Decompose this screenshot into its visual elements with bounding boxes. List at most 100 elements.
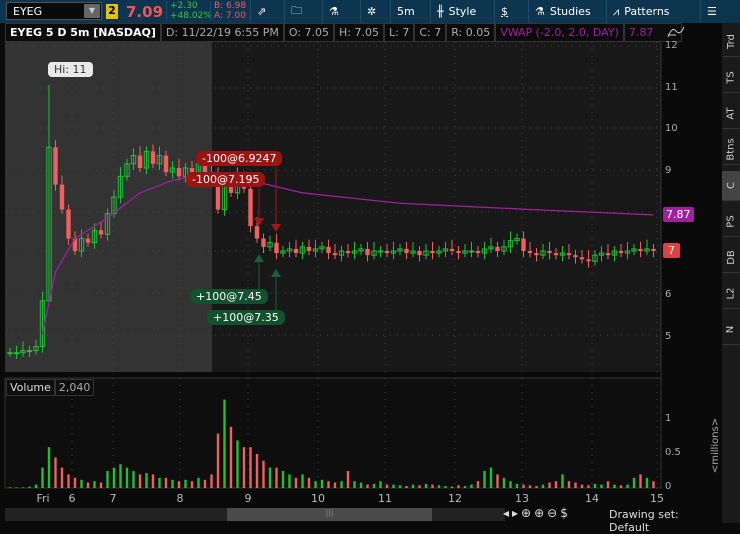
flask-button[interactable]: ⚗ — [322, 0, 360, 23]
volume-bar — [28, 486, 31, 488]
candle — [404, 248, 409, 254]
order-label-buy[interactable]: +100@7.45 — [190, 289, 268, 304]
volume-bar — [216, 433, 220, 488]
volume-label: Volume — [6, 379, 55, 396]
tab-at[interactable]: AT — [722, 99, 740, 129]
aggregation-button[interactable]: 5m — [390, 0, 430, 23]
style-label: Style — [448, 5, 477, 18]
volume-bar — [366, 484, 369, 488]
info-low: L: 7 — [383, 23, 415, 42]
volume-bar — [93, 481, 96, 488]
volume-bar — [593, 483, 597, 488]
volume-bar — [255, 454, 259, 488]
candle — [475, 251, 481, 254]
candle — [547, 251, 552, 254]
candle — [456, 251, 461, 254]
share-button[interactable]: ⇗ — [250, 0, 284, 23]
extended-hours-shade — [5, 42, 212, 372]
candle — [104, 213, 111, 235]
volume-bar — [54, 457, 57, 488]
volume-bar — [158, 477, 161, 488]
zoom-in-icon[interactable]: ⊕ — [534, 506, 547, 520]
expand-icon[interactable]: ◂▸ — [503, 506, 521, 520]
chevron-down-icon[interactable]: ▼ — [84, 4, 100, 18]
volume-bar — [528, 485, 532, 488]
candle — [377, 250, 384, 253]
candle — [417, 251, 422, 256]
volume-bar — [249, 447, 252, 488]
volume-bar — [496, 474, 499, 488]
volume-bar — [541, 484, 545, 488]
price-chart[interactable] — [0, 0, 740, 529]
style-button[interactable]: ╫ Style — [430, 0, 494, 23]
link-badge[interactable]: 2 — [106, 4, 118, 19]
candle — [631, 248, 637, 252]
candle — [261, 238, 266, 247]
tab-trd[interactable]: Trd — [722, 27, 740, 57]
candle — [605, 253, 611, 256]
candle — [280, 250, 286, 254]
candle — [501, 246, 507, 252]
tab-n[interactable]: N — [722, 315, 740, 345]
menu-button[interactable]: ☰ — [700, 0, 740, 23]
order-label-buy[interactable]: +100@7.35 — [207, 310, 285, 325]
last-price-tag: 7 — [663, 243, 680, 258]
candle — [644, 248, 650, 252]
horizontal-scrollbar[interactable]: ||| — [5, 508, 505, 521]
crosshair-icon[interactable]: ⊕ — [521, 506, 534, 520]
volume-bar — [626, 484, 629, 488]
zoom-out-icon[interactable]: ⊖ — [547, 506, 560, 520]
candle — [312, 248, 319, 252]
settings-button[interactable]: ✲ — [360, 0, 390, 23]
vwap-label: VWAP (-2.0, 2.0, DAY) — [495, 23, 624, 42]
drawing-set-label[interactable]: Drawing set: Default — [609, 508, 720, 534]
symbol-input[interactable]: EYEG ▼ — [6, 2, 102, 20]
candle — [137, 155, 143, 168]
volume-bar — [502, 477, 506, 488]
volume-bar — [268, 467, 272, 488]
volume-bar — [444, 485, 447, 488]
tab-c[interactable]: C — [722, 171, 740, 201]
volume-bar — [489, 467, 493, 488]
tab-btns[interactable]: Btns — [722, 135, 740, 165]
time-tick: 10 — [311, 492, 325, 505]
volume-bar — [418, 485, 421, 488]
symbol-text: EYEG — [13, 5, 43, 18]
toolbar: EYEG ▼ 2 7.09 +2.30 +48.02% B: 6.98 A: 7.00… — [0, 0, 740, 23]
order-label-sell[interactable]: -100@6.9247 — [196, 151, 283, 166]
ask: A: 7.00 — [214, 11, 246, 21]
tab-l2[interactable]: L2 — [722, 279, 740, 309]
volume-bar — [73, 477, 77, 488]
candle — [397, 248, 403, 252]
studies-button[interactable]: ⚗ Studies — [528, 0, 606, 23]
time-tick: 6 — [68, 492, 76, 505]
order-label-sell[interactable]: -100@7.195 — [186, 172, 266, 187]
tab-ts[interactable]: TS — [722, 63, 740, 93]
scrollbar-thumb[interactable]: ||| — [227, 508, 432, 521]
volume-bar — [483, 471, 486, 488]
patterns-button[interactable]: ⩘ Patterns — [606, 0, 700, 23]
chart-info-bar: EYEG 5 D 5m [NASDAQ] D: 11/22/19 6:55 PM… — [5, 23, 682, 42]
candle — [66, 209, 71, 239]
candle-icon: ╫ — [437, 5, 444, 18]
candle — [488, 246, 494, 250]
chart-title: EYEG 5 D 5m [NASDAQ] — [5, 23, 161, 42]
volume-bar — [606, 481, 610, 488]
dollar-icon[interactable]: $ — [560, 506, 571, 520]
tab-db[interactable]: DB — [722, 243, 740, 273]
volume-bar — [476, 481, 480, 488]
candle — [59, 184, 65, 210]
change-value: +2.30 — [170, 1, 198, 11]
volume-bar — [613, 484, 616, 488]
volume-bar — [67, 474, 70, 488]
price-button[interactable]: $ — [494, 0, 528, 23]
volume-bar — [353, 481, 356, 488]
volume-bar — [15, 487, 18, 488]
volume-bar — [587, 485, 590, 488]
volume-bar — [41, 467, 44, 488]
candle — [527, 251, 533, 254]
patterns-label: Patterns — [624, 5, 670, 18]
tab-ps[interactable]: PS — [722, 207, 740, 237]
info-button[interactable]: 🗀 — [284, 0, 322, 23]
volume-bar — [294, 477, 298, 488]
